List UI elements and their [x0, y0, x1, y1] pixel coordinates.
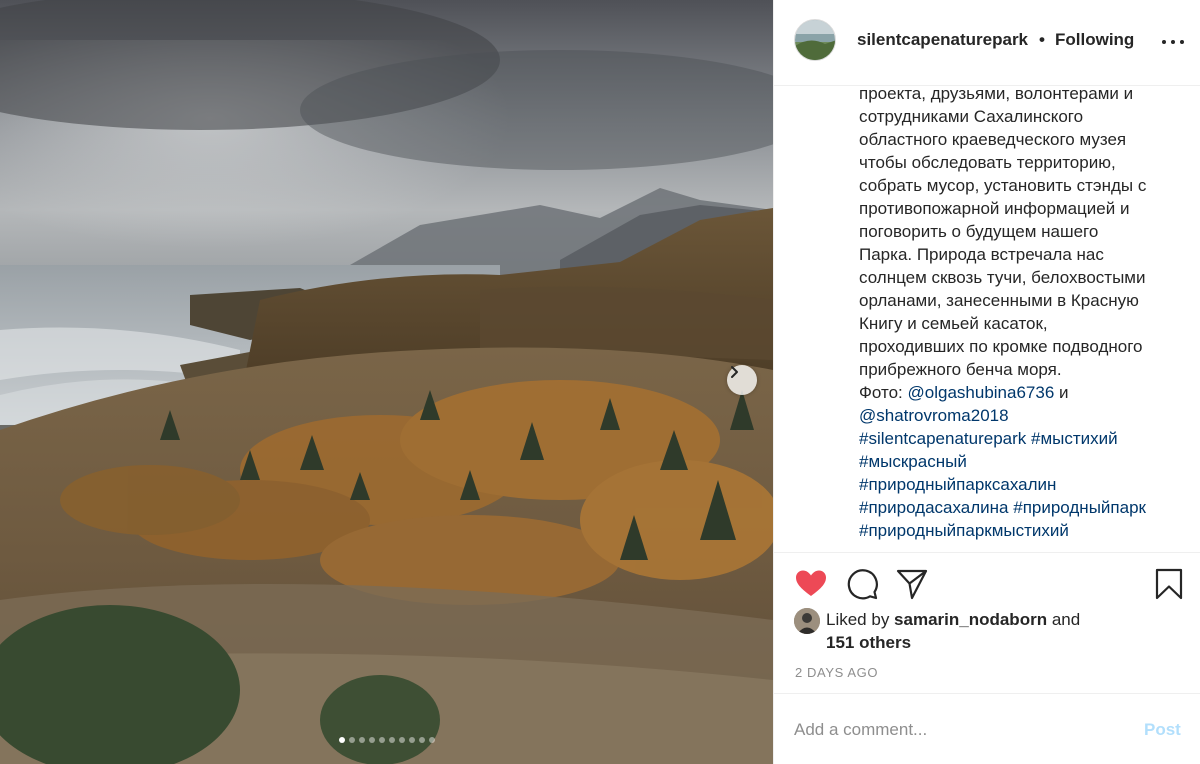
- ellipsis-icon-dot: [1171, 40, 1175, 44]
- post-header: silentcapenaturepark • Following: [774, 0, 1200, 86]
- post-caption: проекта, друзьями, волонтерами и сотрудни…: [859, 82, 1194, 547]
- photo-credit-prefix: Фото:: [859, 383, 908, 402]
- hashtag-link[interactable]: #мыстихий: [1031, 429, 1118, 448]
- comment-section: Post: [774, 693, 1200, 764]
- caption-line: Книгу и семьей касаток,: [859, 314, 1048, 333]
- mention-link[interactable]: @shatrovroma2018: [859, 406, 1009, 425]
- heart-icon: [796, 570, 826, 596]
- bookmark-icon: [1155, 568, 1183, 600]
- landscape-image: [0, 0, 773, 764]
- next-slide-button[interactable]: [727, 365, 757, 395]
- liked-by-and: and: [1047, 610, 1081, 629]
- hashtag-link[interactable]: #природныйпарксахалин: [859, 475, 1056, 494]
- like-button[interactable]: [794, 567, 828, 601]
- carousel-dot: [408, 737, 415, 743]
- liked-by-line: Liked by samarin_nodaborn and: [826, 610, 1080, 630]
- carousel-dot: [338, 737, 345, 743]
- hashtag-line: #природныйпарксахалин: [859, 473, 1194, 496]
- carousel-dot: [388, 737, 395, 743]
- post-photo[interactable]: [0, 0, 773, 764]
- hashtag-line: #природасахалина #природныйпарк: [859, 496, 1194, 519]
- caption-line: противопожарной информацией и: [859, 199, 1130, 218]
- action-bar: [774, 552, 1200, 612]
- hashtag-link[interactable]: #природасахалина: [859, 498, 1009, 517]
- mention-link[interactable]: @olgashubina6736: [908, 383, 1055, 402]
- hashtag-link[interactable]: #природныйпаркмыстихий: [859, 521, 1069, 540]
- comment-button[interactable]: [845, 567, 879, 601]
- post-comment-button[interactable]: Post: [1144, 720, 1181, 740]
- carousel-dot: [358, 737, 365, 743]
- carousel-dot: [398, 737, 405, 743]
- following-button[interactable]: Following: [1055, 30, 1134, 50]
- photo-credit-conjunction: и: [1054, 383, 1069, 402]
- liker-avatar-image: [794, 608, 820, 634]
- caption-line: сотрудниками Сахалинского: [859, 107, 1084, 126]
- carousel-indicator: [0, 737, 773, 743]
- avatar[interactable]: [794, 19, 836, 61]
- carousel-dot: [418, 737, 425, 743]
- hashtag-link[interactable]: #silentcapenaturepark: [859, 429, 1026, 448]
- chevron-right-icon: [731, 366, 738, 378]
- caption-line: собрать мусор, установить стэнды с: [859, 176, 1147, 195]
- carousel-dot: [348, 737, 355, 743]
- hashtag-line: #мыскрасный: [859, 450, 1194, 473]
- caption-line: орланами, занесенными в Красную: [859, 291, 1139, 310]
- hashtag-line: #природныйпаркмыстихий: [859, 519, 1194, 542]
- photo-credit-line: Фото: @olgashubina6736 и: [859, 381, 1194, 404]
- comment-icon: [847, 569, 878, 600]
- carousel-dot: [368, 737, 375, 743]
- liker-avatar[interactable]: [794, 608, 820, 634]
- likes-others-link[interactable]: 151 others: [826, 633, 911, 653]
- ellipsis-icon-dot: [1180, 40, 1184, 44]
- save-button[interactable]: [1152, 567, 1186, 601]
- hashtag-link[interactable]: #природныйпарк: [1013, 498, 1146, 517]
- post-timestamp[interactable]: 2 DAYS AGO: [795, 665, 878, 680]
- comment-input[interactable]: [794, 716, 1124, 744]
- caption-line: чтобы обследовать территорию,: [859, 153, 1116, 172]
- share-button[interactable]: [895, 567, 929, 601]
- ellipsis-icon: [1162, 40, 1166, 44]
- photo-credit-line: @shatrovroma2018: [859, 404, 1194, 427]
- caption-line: областного краеведческого музея: [859, 130, 1127, 149]
- caption-line: солнцем сквозь тучи, белохвостыми: [859, 268, 1146, 287]
- username-link[interactable]: silentcapenaturepark: [857, 30, 1037, 50]
- carousel-dot: [378, 737, 385, 743]
- liked-by-prefix: Liked by: [826, 610, 895, 629]
- hashtag-link[interactable]: #мыскрасный: [859, 452, 967, 471]
- paper-plane-icon: [896, 569, 928, 600]
- carousel-dot: [428, 737, 435, 743]
- hashtag-line: #silentcapenaturepark #мыстихий: [859, 427, 1194, 450]
- caption-line: поговорить о будущем нашего: [859, 222, 1099, 241]
- caption-line: прибрежного бенча моря.: [859, 360, 1062, 379]
- liker-username[interactable]: samarin_nodaborn: [894, 610, 1047, 629]
- caption-line: проходивших по кромке подводного: [859, 337, 1143, 356]
- avatar-image: [795, 20, 835, 60]
- separator-dot: •: [1039, 30, 1045, 49]
- more-options-button[interactable]: [1161, 34, 1185, 48]
- post-side-panel: silentcapenaturepark • Following проекта…: [773, 0, 1200, 764]
- caption-line: Парка. Природа встречала нас: [859, 245, 1104, 264]
